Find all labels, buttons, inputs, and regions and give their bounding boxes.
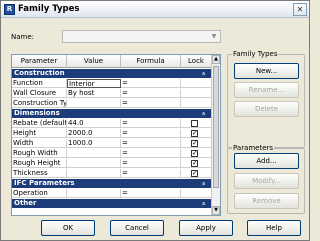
parameter-formula-cell[interactable]: =: [121, 139, 181, 148]
group-label: Dimensions: [14, 109, 60, 117]
group-label: Other: [14, 199, 37, 207]
parameter-value-cell[interactable]: [67, 189, 121, 198]
collapse-chevron-icon[interactable]: »: [200, 109, 209, 119]
title-bar[interactable]: R Family Types ✕: [1, 1, 309, 18]
parameters-legend: Parameters: [232, 144, 275, 152]
column-header-value[interactable]: Value: [67, 55, 121, 68]
parameter-row: Rough Width = ✓: [12, 149, 212, 158]
parameter-formula-cell[interactable]: =: [121, 99, 181, 108]
parameter-row: Rebate (default 44.0 =: [12, 119, 212, 128]
collapse-chevron-icon[interactable]: »: [200, 199, 209, 209]
help-button[interactable]: Help: [247, 220, 301, 236]
parameter-name-cell: Thickness: [12, 169, 67, 178]
parameter-value-cell[interactable]: By host: [67, 89, 121, 98]
group-header-construction[interactable]: Construction »: [12, 69, 212, 78]
parameter-value-cell[interactable]: [67, 99, 121, 108]
delete-type-button[interactable]: Delete: [234, 101, 299, 117]
parameter-value-cell[interactable]: Interior: [67, 79, 121, 88]
parameter-value-cell[interactable]: [67, 159, 121, 168]
lock-checkbox[interactable]: [191, 120, 198, 127]
parameter-name-cell: Operation: [12, 189, 67, 198]
parameter-value-cell[interactable]: 2000.0: [67, 129, 121, 138]
parameter-name-cell: Rough Height: [12, 159, 67, 168]
parameter-lock-cell: [181, 189, 212, 198]
parameter-formula-cell[interactable]: =: [121, 129, 181, 138]
parameter-row: Construction Ty =: [12, 99, 212, 108]
collapse-chevron-icon[interactable]: »: [200, 179, 209, 189]
close-button[interactable]: ✕: [293, 3, 307, 16]
parameter-formula-cell[interactable]: =: [121, 119, 181, 128]
parameter-name-cell: Width: [12, 139, 67, 148]
group-header-ifc-parameters[interactable]: IFC Parameters »: [12, 179, 212, 188]
remove-parameter-button[interactable]: Remove: [234, 193, 299, 209]
chevron-down-icon[interactable]: ▼: [208, 31, 220, 42]
column-header-parameter[interactable]: Parameter: [12, 55, 67, 68]
ok-button[interactable]: OK: [41, 220, 95, 236]
parameter-row: Function Interior =: [12, 79, 212, 88]
lock-checkbox[interactable]: ✓: [191, 130, 198, 137]
parameter-formula-cell[interactable]: =: [121, 159, 181, 168]
collapse-chevron-icon[interactable]: »: [200, 69, 209, 79]
rename-type-button[interactable]: Rename...: [234, 82, 299, 98]
column-header-formula[interactable]: Formula: [121, 55, 181, 68]
group-header-dimensions[interactable]: Dimensions »: [12, 109, 212, 118]
parameters-grid: Parameter Value Formula Lock Constructio…: [11, 54, 221, 216]
group-label: Construction: [14, 69, 65, 77]
parameter-lock-cell: ✓: [181, 129, 212, 138]
parameter-name-cell: Height: [12, 129, 67, 138]
parameter-lock-cell: [181, 79, 212, 88]
parameter-lock-cell: ✓: [181, 159, 212, 168]
family-types-legend: Family Types: [232, 50, 279, 58]
lock-checkbox[interactable]: ✓: [191, 160, 198, 167]
parameter-name-cell: Construction Ty: [12, 99, 67, 108]
revit-app-icon: R: [4, 4, 15, 15]
scroll-thumb[interactable]: [213, 66, 219, 188]
parameter-lock-cell: ✓: [181, 149, 212, 158]
lock-checkbox[interactable]: ✓: [191, 170, 198, 177]
parameter-row: Thickness = ✓: [12, 169, 212, 178]
add-parameter-button[interactable]: Add...: [234, 153, 299, 169]
parameter-row: Width 1000.0 = ✓: [12, 139, 212, 148]
group-label: IFC Parameters: [14, 179, 75, 187]
parameter-formula-cell[interactable]: =: [121, 189, 181, 198]
modify-parameter-button[interactable]: Modify...: [234, 173, 299, 189]
parameter-lock-cell: ✓: [181, 139, 212, 148]
parameter-formula-cell[interactable]: =: [121, 169, 181, 178]
parameter-name-cell: Rebate (default: [12, 119, 67, 128]
scroll-up-arrow-icon[interactable]: ▲: [212, 55, 220, 64]
parameter-name-cell: Wall Closure: [12, 89, 67, 98]
parameter-value-cell[interactable]: 44.0: [67, 119, 121, 128]
parameter-lock-cell: ✓: [181, 169, 212, 178]
new-type-button[interactable]: New...: [234, 63, 299, 79]
parameter-row: Height 2000.0 = ✓: [12, 129, 212, 138]
group-header-other[interactable]: Other »: [12, 199, 212, 208]
parameter-row: Operation =: [12, 189, 212, 198]
column-header-lock[interactable]: Lock: [181, 55, 212, 68]
parameter-name-cell: Function: [12, 79, 67, 88]
grid-vertical-scrollbar[interactable]: ▲ ▼: [211, 55, 220, 215]
lock-checkbox[interactable]: ✓: [191, 150, 198, 157]
cancel-button[interactable]: Cancel: [110, 220, 164, 236]
scroll-down-arrow-icon[interactable]: ▼: [212, 206, 220, 215]
parameter-value-cell[interactable]: [67, 169, 121, 178]
parameter-value-cell[interactable]: 1000.0: [67, 139, 121, 148]
parameter-lock-cell: [181, 99, 212, 108]
parameter-row: Wall Closure By host =: [12, 89, 212, 98]
name-label: Name:: [11, 33, 35, 41]
parameter-formula-cell[interactable]: =: [121, 79, 181, 88]
parameter-lock-cell: [181, 119, 212, 128]
parameter-lock-cell: [181, 89, 212, 98]
parameter-formula-cell[interactable]: =: [121, 89, 181, 98]
family-types-dialog: R Family Types ✕ Name: ▼ Parameter Value…: [0, 0, 310, 241]
parameter-name-cell: Rough Width: [12, 149, 67, 158]
parameter-row: Rough Height = ✓: [12, 159, 212, 168]
lock-checkbox[interactable]: ✓: [191, 140, 198, 147]
name-combobox[interactable]: ▼: [62, 30, 221, 43]
parameter-value-cell[interactable]: [67, 149, 121, 158]
apply-button[interactable]: Apply: [179, 220, 233, 236]
window-title: Family Types: [18, 4, 80, 14]
parameter-formula-cell[interactable]: =: [121, 149, 181, 158]
